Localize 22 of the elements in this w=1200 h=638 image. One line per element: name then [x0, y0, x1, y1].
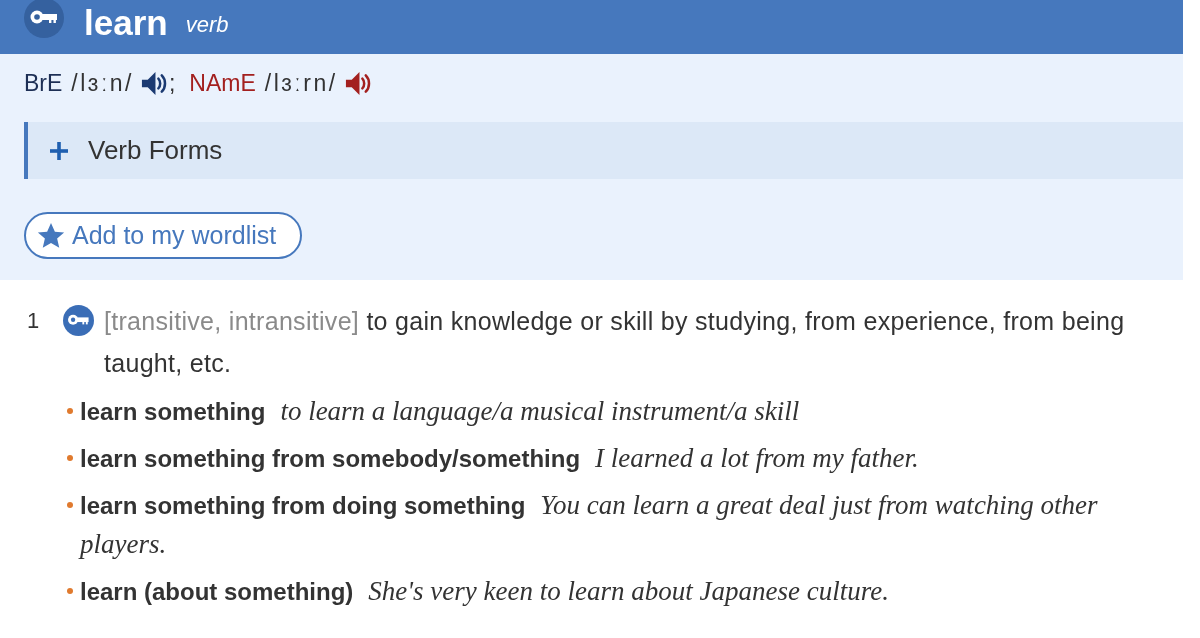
verb-forms-toggle[interactable]: Verb Forms: [24, 122, 1183, 179]
example-usage: learn something from doing something You can learn a great deal just from watching other players.: [80, 489, 1099, 561]
key-icon: [63, 305, 94, 336]
bullet-icon: [67, 408, 73, 414]
example-usage: learn something to learn a language/a musical instrument/a skill: [80, 395, 800, 428]
pronunciation-label: BrE: [24, 68, 63, 98]
part-of-speech: verb: [185, 14, 229, 36]
pronunciation-label: NAmE: [189, 68, 256, 98]
separator: ;: [168, 68, 176, 98]
definition-text: [transitive, intransitive] to gain knowledge or skill by studying, from experience, from being taught, etc.: [104, 306, 1126, 379]
headword: learn: [84, 4, 168, 40]
bullet-icon: [67, 502, 73, 508]
example-usage: learn (about something) She's very keen to learn about Japanese culture.: [80, 575, 889, 608]
phonetic-transcription: /lɜːrn/: [264, 68, 338, 98]
plus-icon: [50, 141, 68, 160]
key-icon: [24, 0, 64, 38]
sense-number: 1: [27, 307, 41, 335]
example-usage: learn something from somebody/something I learned a lot from my father.: [80, 442, 919, 475]
phonetic-transcription: /lɜːn/: [71, 68, 134, 98]
add-to-wordlist-button[interactable]: Add to my wordlist: [24, 212, 303, 259]
bullet-icon: [67, 588, 73, 594]
bullet-icon: [67, 455, 73, 461]
